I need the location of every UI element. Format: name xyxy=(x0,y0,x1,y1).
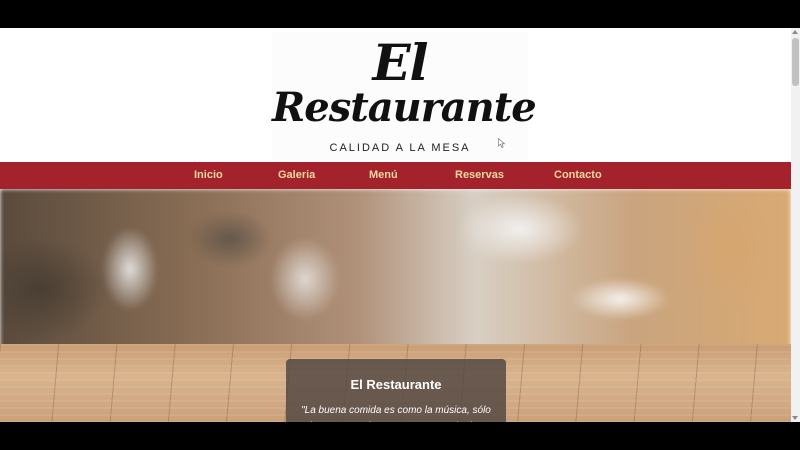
hero-title: El Restaurante xyxy=(350,377,442,392)
browser-viewport: El Restaurante CALIDAD A LA MESA Inicio … xyxy=(0,0,800,450)
nav-item-galeria[interactable]: Galeria xyxy=(278,162,315,189)
logo-line-restaurante: Restaurante xyxy=(272,84,537,131)
main-navigation: Inicio Galeria Menú Reservas Contacto xyxy=(0,162,791,189)
scrollbar-thumb[interactable] xyxy=(792,38,799,86)
mouse-pointer-icon xyxy=(498,138,506,148)
site-header: El Restaurante CALIDAD A LA MESA xyxy=(0,28,791,162)
vertical-scrollbar[interactable] xyxy=(791,28,800,422)
nav-item-reservas[interactable]: Reservas xyxy=(455,162,504,189)
hero-section: El Restaurante "La buena comida es como … xyxy=(0,189,791,422)
nav-item-inicio[interactable]: Inicio xyxy=(194,162,223,189)
web-page: El Restaurante CALIDAD A LA MESA Inicio … xyxy=(0,28,791,422)
logo-tagline: CALIDAD A LA MESA xyxy=(329,142,471,154)
hero-background-image xyxy=(0,189,791,349)
scroll-up-icon[interactable] xyxy=(792,30,798,34)
hero-quote-card: El Restaurante "La buena comida es como … xyxy=(286,359,506,422)
logo-line-el: El xyxy=(372,33,428,92)
hero-quote: "La buena comida es como la música, sólo… xyxy=(301,405,491,422)
nav-item-contacto[interactable]: Contacto xyxy=(554,162,602,189)
site-logo[interactable]: El Restaurante CALIDAD A LA MESA xyxy=(272,32,537,160)
nav-item-menu[interactable]: Menú xyxy=(369,162,398,189)
scroll-down-icon[interactable] xyxy=(792,416,798,420)
